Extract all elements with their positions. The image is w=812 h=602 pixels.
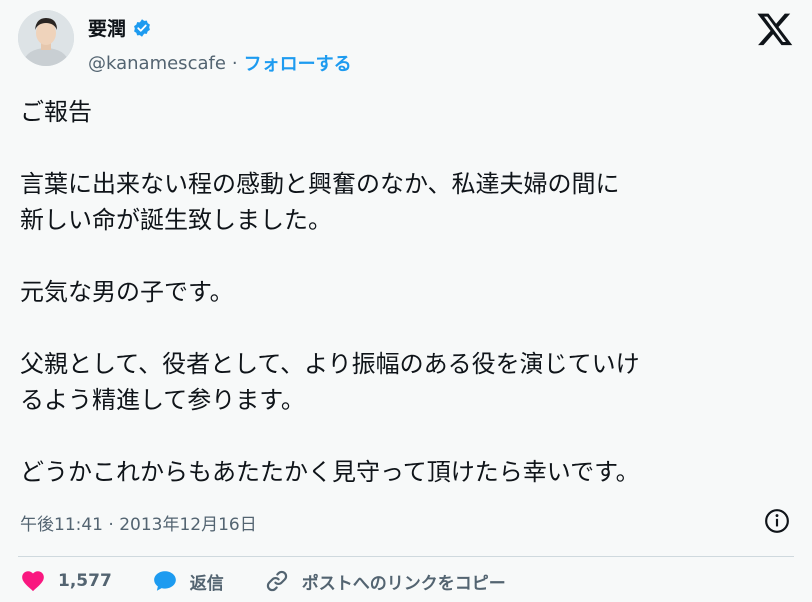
copy-link-label: ポストへのリンクをコピー xyxy=(301,573,506,594)
tweet-line: どうかこれからもあたたかく見守って頂けたら幸いです。 xyxy=(20,458,640,486)
link-icon xyxy=(266,570,287,592)
heart-icon xyxy=(22,571,44,592)
x-logo-icon[interactable] xyxy=(756,10,794,48)
separator-dot: · xyxy=(231,52,238,74)
tweet-line: 言葉に出来ない程の感動と興奮のなか、私達夫婦の間に xyxy=(20,170,620,198)
avatar[interactable] xyxy=(18,10,74,66)
like-count: 1,577 xyxy=(58,571,112,591)
tweet-body: ご報告 言葉に出来ない程の感動と興奮のなか、私達夫婦の間に 新しい命が誕生致しま… xyxy=(20,94,800,490)
reply-bubble-icon xyxy=(153,571,176,591)
like-button[interactable]: 1,577 xyxy=(20,568,112,594)
reply-button[interactable]: 返信 xyxy=(152,568,224,594)
divider xyxy=(18,556,794,557)
author-handle[interactable]: @kanamescafe xyxy=(88,53,226,74)
tweet-line: 父親として、役者として、より振幅のある役を演じていけ xyxy=(20,350,640,378)
tweet-line: るよう精進して参ります。 xyxy=(20,386,305,414)
tweet-line: ご報告 xyxy=(20,98,92,126)
follow-button[interactable]: フォローする xyxy=(244,50,352,76)
copy-link-button[interactable]: ポストへのリンクをコピー xyxy=(264,568,506,594)
tweet-line: 新しい命が誕生致しました。 xyxy=(20,206,332,234)
info-icon[interactable] xyxy=(764,508,790,534)
tweet-timestamp[interactable]: 午後11:41 · 2013年12月16日 xyxy=(20,510,257,535)
verified-badge-icon xyxy=(132,18,152,38)
reply-label: 返信 xyxy=(189,573,224,594)
tweet-line: 元気な男の子です。 xyxy=(20,278,234,306)
author-display-name[interactable]: 要潤 xyxy=(88,14,126,41)
